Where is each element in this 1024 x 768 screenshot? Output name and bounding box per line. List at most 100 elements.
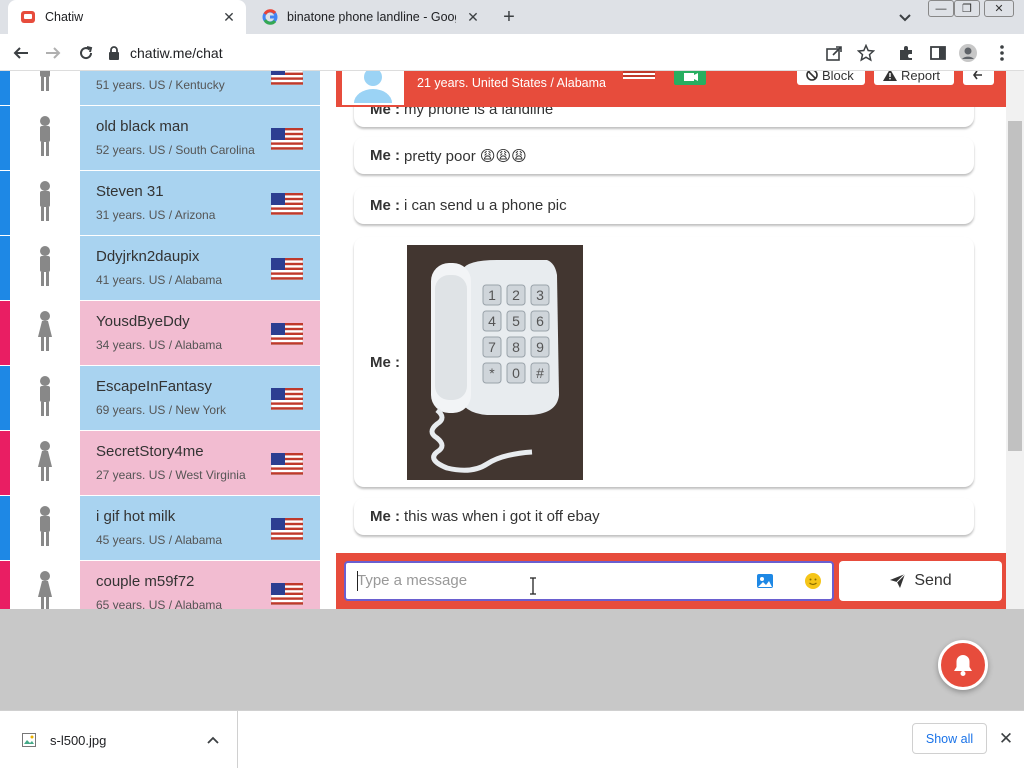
chevron-up-icon[interactable] bbox=[207, 736, 219, 744]
tab-chatiw[interactable]: Chatiw ✕ bbox=[8, 0, 246, 34]
warning-icon bbox=[883, 71, 897, 81]
user-list-item[interactable]: EscapeInFantasy 69 years. US / New York bbox=[0, 366, 320, 431]
minimize-icon[interactable]: — bbox=[928, 0, 954, 17]
chat-panel: 21 years. United States / Alabama Block … bbox=[336, 71, 1006, 609]
exit-icon bbox=[972, 71, 982, 80]
sender-label: Me : bbox=[370, 147, 400, 164]
user-list-item[interactable]: i gif hot milk 45 years. US / Alabama bbox=[0, 496, 320, 561]
svg-text:3: 3 bbox=[536, 287, 544, 303]
user-meta: 69 years. US / New York bbox=[96, 403, 227, 417]
user-name: YousdByeDdy bbox=[96, 313, 190, 330]
partner-avatar bbox=[342, 71, 404, 105]
report-button[interactable]: Report bbox=[874, 71, 954, 85]
user-list-item[interactable]: 51 years. US / Kentucky bbox=[0, 71, 320, 106]
user-info: EscapeInFantasy 69 years. US / New York bbox=[80, 366, 320, 430]
user-info: Ddyjrkn2daupix 41 years. US / Alabama bbox=[80, 236, 320, 300]
male-avatar-icon bbox=[10, 496, 80, 560]
show-all-button[interactable]: Show all bbox=[912, 723, 987, 754]
user-list: 51 years. US / Kentucky old black man 52 y… bbox=[0, 71, 320, 609]
user-meta: 34 years. US / Alabama bbox=[96, 338, 223, 352]
user-info: old black man 52 years. US / South Caroli… bbox=[80, 106, 320, 170]
address-bar[interactable]: chatiw.me/chat bbox=[108, 38, 884, 67]
lock-icon bbox=[109, 45, 119, 60]
send-button[interactable]: Send bbox=[839, 561, 1002, 601]
download-item[interactable]: s-l500.jpg bbox=[0, 711, 238, 768]
us-flag-icon bbox=[623, 71, 655, 79]
svg-text:1: 1 bbox=[488, 287, 496, 303]
sender-label: Me : bbox=[370, 197, 400, 214]
male-avatar-icon bbox=[10, 71, 80, 105]
emoji-icon[interactable] bbox=[804, 572, 822, 590]
us-flag-icon bbox=[271, 71, 303, 85]
tab-title: binatone phone landline - Google bbox=[287, 10, 456, 24]
back-arrow-icon[interactable] bbox=[10, 42, 32, 64]
user-info: i gif hot milk 45 years. US / Alabama bbox=[80, 496, 320, 560]
new-tab-plus-icon[interactable]: + bbox=[498, 6, 520, 28]
female-avatar-icon bbox=[10, 431, 80, 495]
bell-icon bbox=[954, 655, 972, 676]
close-tab-icon[interactable]: ✕ bbox=[220, 8, 238, 26]
side-panel-icon[interactable] bbox=[928, 43, 948, 63]
reload-icon[interactable] bbox=[75, 42, 97, 64]
user-name: SecretStory4me bbox=[96, 443, 204, 460]
extensions-puzzle-icon[interactable] bbox=[896, 43, 916, 63]
user-list-item[interactable]: old black man 52 years. US / South Caroli… bbox=[0, 106, 320, 171]
svg-text:7: 7 bbox=[488, 339, 496, 355]
svg-text:5: 5 bbox=[512, 313, 520, 329]
phone-photo[interactable]: 123 456 789 * 0 # bbox=[407, 245, 583, 480]
notification-bell-button[interactable] bbox=[938, 640, 988, 690]
gender-stripe bbox=[0, 366, 10, 430]
restore-icon[interactable]: ❐ bbox=[954, 0, 980, 17]
tab-search-chevron-icon[interactable] bbox=[896, 8, 914, 26]
gender-stripe bbox=[0, 561, 10, 609]
scrollbar-thumb[interactable] bbox=[1008, 121, 1022, 451]
send-image-icon[interactable] bbox=[756, 573, 774, 589]
close-downloads-icon[interactable]: ✕ bbox=[996, 729, 1016, 749]
close-tab-icon[interactable]: ✕ bbox=[464, 8, 482, 26]
user-list-item[interactable]: Steven 31 31 years. US / Arizona bbox=[0, 171, 320, 236]
chatiw-favicon-icon bbox=[21, 11, 35, 23]
female-avatar-icon bbox=[10, 301, 80, 365]
chat-message-image: Me : 1 2 3 4 5 6 7 8 9 * 0 # bbox=[354, 237, 974, 487]
user-list-item[interactable]: YousdByeDdy 34 years. US / Alabama bbox=[0, 301, 320, 366]
female-avatar-icon bbox=[10, 561, 80, 609]
gender-stripe bbox=[0, 236, 10, 300]
close-window-icon[interactable]: ✕ bbox=[984, 0, 1014, 17]
video-call-icon[interactable] bbox=[674, 71, 706, 85]
profile-avatar-icon[interactable] bbox=[958, 43, 978, 63]
partner-info: 21 years. United States / Alabama bbox=[417, 76, 606, 90]
user-meta: 31 years. US / Arizona bbox=[96, 208, 216, 222]
gender-stripe bbox=[0, 171, 10, 235]
gender-stripe bbox=[0, 496, 10, 560]
tab-title: Chatiw bbox=[45, 10, 84, 24]
user-name: Ddyjrkn2daupix bbox=[96, 248, 200, 265]
message-input[interactable]: Type a message bbox=[344, 561, 834, 601]
gender-stripe bbox=[0, 431, 10, 495]
us-flag-icon bbox=[271, 323, 303, 345]
url-text: chatiw.me/chat bbox=[130, 44, 223, 61]
gender-stripe bbox=[0, 71, 10, 105]
tab-google-search[interactable]: binatone phone landline - Google ✕ bbox=[250, 0, 490, 34]
us-flag-icon bbox=[271, 258, 303, 280]
browser-toolbar: chatiw.me/chat bbox=[0, 34, 1024, 71]
sender-label: Me : bbox=[370, 107, 400, 118]
svg-text:*: * bbox=[489, 365, 495, 381]
bookmark-star-icon[interactable] bbox=[856, 43, 876, 63]
forward-arrow-icon[interactable] bbox=[42, 42, 64, 64]
user-list-item[interactable]: SecretStory4me 27 years. US / West Virgin… bbox=[0, 431, 320, 496]
page-background bbox=[0, 609, 1024, 710]
user-meta: 45 years. US / Alabama bbox=[96, 533, 223, 547]
browser-menu-dots-icon[interactable] bbox=[992, 43, 1012, 63]
user-meta: 41 years. US / Alabama bbox=[96, 273, 223, 287]
user-info: couple m59f72 65 years. US / Alabama bbox=[80, 561, 320, 609]
share-icon[interactable] bbox=[824, 43, 844, 63]
us-flag-icon bbox=[271, 583, 303, 605]
svg-text:0: 0 bbox=[512, 365, 520, 381]
user-list-item[interactable]: couple m59f72 65 years. US / Alabama bbox=[0, 561, 320, 609]
user-list-item[interactable]: Ddyjrkn2daupix 41 years. US / Alabama bbox=[0, 236, 320, 301]
us-flag-icon bbox=[271, 128, 303, 150]
leave-chat-button[interactable] bbox=[963, 71, 994, 85]
svg-text:4: 4 bbox=[488, 313, 496, 329]
block-button[interactable]: Block bbox=[797, 71, 865, 85]
user-name: Steven 31 bbox=[96, 183, 164, 200]
